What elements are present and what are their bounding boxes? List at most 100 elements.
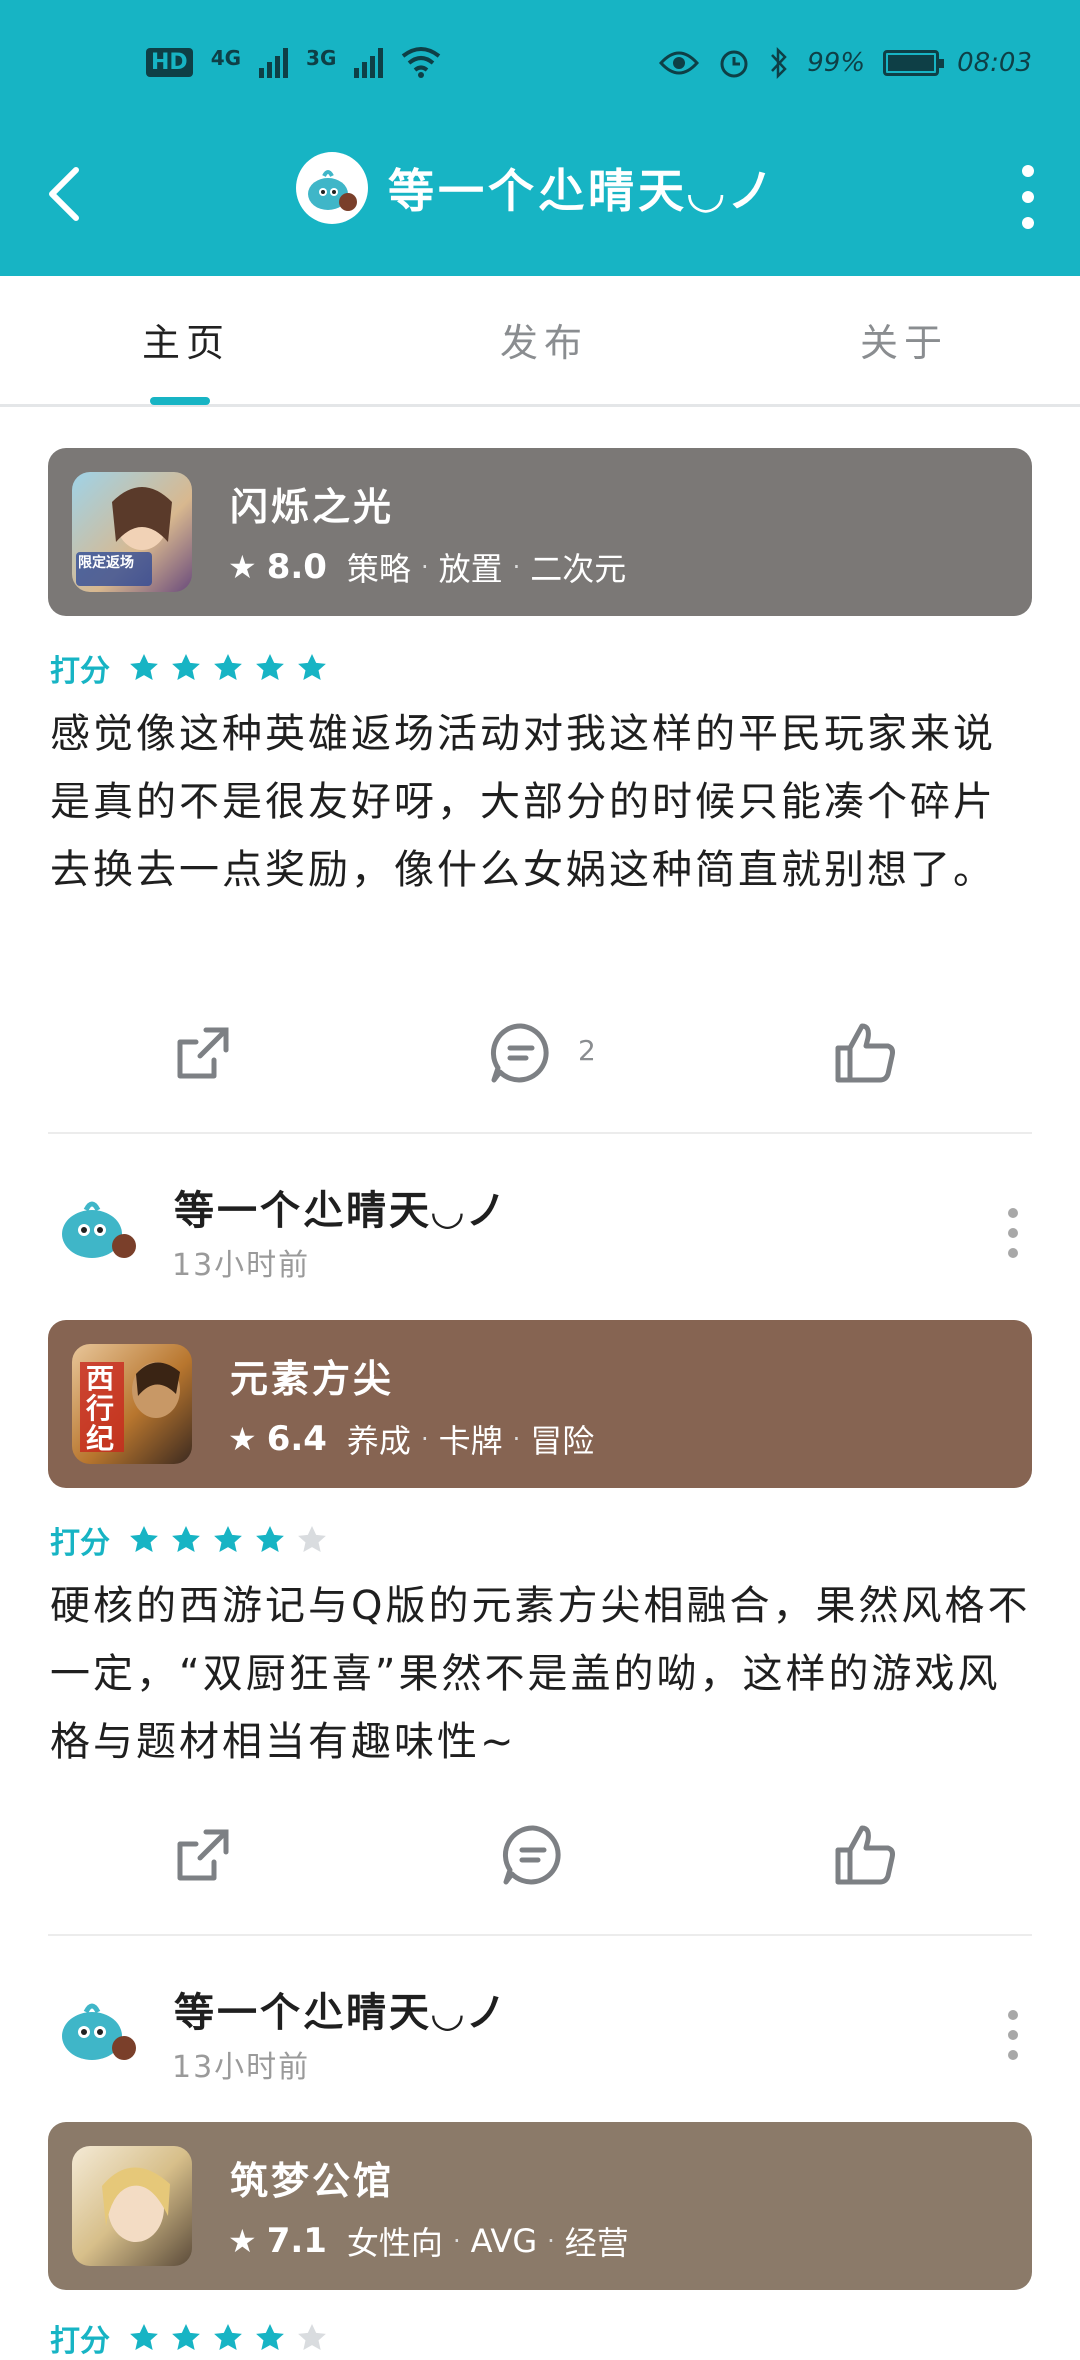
clock: 08:03 (957, 48, 1032, 78)
post-time: 13小时前 (172, 2050, 311, 2085)
star-filled-icon (130, 1526, 158, 1552)
more-vert-icon[interactable] (1008, 2010, 1020, 2070)
game-tag: 经营 (564, 2224, 629, 2262)
game-meta: ★ 7.1 女性向 · AVG · 经营 (228, 2218, 629, 2264)
game-icon: 西行纪 (72, 1344, 192, 1464)
game-score: 6.4 (266, 1419, 327, 1459)
rating-label: 打分 (50, 2324, 110, 2359)
signal-icon (259, 46, 289, 78)
game-card[interactable]: 西行纪 元素方尖 ★ 6.4 养成 · 卡牌 · 冒险 (48, 1320, 1032, 1488)
tag-separator: · (512, 1425, 521, 1453)
rating-row: 打分 (50, 646, 328, 690)
game-card[interactable]: 限定返场 闪烁之光 ★ 8.0 策略 · 放置 · 二次元 (48, 448, 1032, 616)
star-icon: ★ (228, 2222, 257, 2260)
battery-percent: 99% (807, 48, 866, 78)
game-name: 筑梦公馆 (230, 2159, 395, 2203)
more-vert-icon[interactable] (1020, 165, 1036, 229)
divider (48, 1934, 1032, 1936)
game-icon (72, 2146, 192, 2266)
more-vert-icon[interactable] (1008, 1208, 1020, 1268)
game-tag: 策略 (346, 550, 411, 588)
tab-publish[interactable]: 发布 (500, 312, 588, 367)
avatar (62, 2003, 136, 2060)
hd-indicator: HD (146, 47, 193, 77)
alarm-icon (720, 50, 748, 78)
comment-count: 2 (578, 1034, 596, 1067)
author-name: 等一个尐晴天◡ノ (174, 1990, 509, 2036)
game-icon-text: 西行纪 (86, 1362, 115, 1455)
wifi-icon (402, 47, 441, 78)
star-filled-icon (298, 654, 326, 680)
comment-icon[interactable] (500, 1822, 566, 1888)
rating-label: 打分 (50, 1526, 110, 1561)
star-filled-icon (172, 654, 200, 680)
share-icon[interactable] (170, 1020, 236, 1086)
tag-separator: · (547, 2227, 555, 2255)
game-tag: 女性向 (346, 2224, 443, 2262)
review-text: 硬核的西游记与Q版的元素方尖相融合，果然风格不一定，“双厨狂喜”果然不是盖的呦，… (50, 1583, 1031, 1765)
avatar (296, 152, 368, 224)
thumbs-up-icon[interactable] (832, 1020, 898, 1086)
game-tag: 卡牌 (438, 1422, 503, 1460)
star-filled-icon (256, 654, 284, 680)
author-name: 等一个尐晴天◡ノ (174, 1188, 509, 1234)
game-score: 8.0 (266, 547, 327, 587)
author-row[interactable]: 等一个尐晴天◡ノ 13小时前 (48, 1970, 1032, 2090)
profile-title: 等一个尐晴天◡ノ (296, 152, 777, 224)
game-meta: ★ 6.4 养成 · 卡牌 · 冒险 (228, 1416, 594, 1462)
back-arrow-icon[interactable] (44, 164, 84, 224)
author-row[interactable]: 等一个尐晴天◡ノ 13小时前 (48, 1168, 1032, 1288)
review-text: 感觉像这种英雄返场活动对我这样的平民玩家来说是真的不是很友好呀，大部分的时候只能… (50, 711, 996, 893)
share-icon[interactable] (170, 1822, 236, 1888)
tag-separator: · (512, 553, 521, 581)
star-icon: ★ (228, 548, 257, 586)
game-tag: AVG (470, 2222, 538, 2260)
tab-about[interactable]: 关于 (860, 312, 948, 367)
game-name: 闪烁之光 (230, 485, 395, 529)
game-tag: 养成 (346, 1422, 411, 1460)
game-card[interactable]: 筑梦公馆 ★ 7.1 女性向 · AVG · 经营 (48, 2122, 1032, 2290)
signal-icon-2 (354, 46, 384, 78)
app-header: HD 4G 3G 99% 08:03 等一个尐晴天◡ノ (0, 0, 1080, 276)
game-meta: ★ 8.0 策略 · 放置 · 二次元 (228, 544, 626, 590)
game-name: 元素方尖 (230, 1357, 395, 1401)
bluetooth-icon (771, 46, 788, 80)
star-filled-icon (214, 2324, 242, 2350)
game-tag: 二次元 (530, 550, 627, 588)
action-bar: 2 (0, 1020, 1080, 1100)
divider (48, 1132, 1032, 1134)
status-bar: HD 4G 3G 99% 08:03 (0, 40, 1080, 92)
star-empty-icon (298, 1526, 326, 1552)
tab-home[interactable]: 主页 (142, 312, 230, 367)
game-score: 7.1 (266, 2221, 327, 2261)
rating-row: 打分 (50, 2316, 328, 2360)
rating-label: 打分 (50, 654, 110, 689)
page-title: 等一个尐晴天◡ノ (388, 164, 778, 218)
game-icon: 限定返场 (72, 472, 192, 592)
game-tag: 冒险 (530, 1422, 595, 1460)
net-4g-label: 4G (210, 46, 242, 70)
tab-bar: 主页 发布 关于 (0, 276, 1080, 407)
star-filled-icon (172, 1526, 200, 1552)
tag-separator: · (420, 1425, 429, 1453)
net-3g-label: 3G (306, 46, 337, 70)
star-filled-icon (172, 2324, 200, 2350)
star-empty-icon (298, 2324, 326, 2350)
blue-slime-avatar-icon (308, 170, 357, 211)
star-filled-icon (256, 2324, 284, 2350)
star-icon: ★ (228, 1420, 257, 1458)
tag-separator: · (452, 2227, 461, 2255)
rating-row: 打分 (50, 1518, 328, 1562)
tab-indicator (150, 397, 210, 405)
star-filled-icon (256, 1526, 284, 1552)
tag-separator: · (420, 553, 429, 581)
game-tag: 放置 (438, 550, 503, 588)
star-filled-icon (214, 654, 242, 680)
game-icon-text: 限定返场 (78, 555, 134, 571)
action-bar (0, 1822, 1080, 1902)
battery-icon (883, 50, 945, 76)
star-filled-icon (130, 2324, 158, 2350)
thumbs-up-icon[interactable] (832, 1822, 898, 1888)
star-filled-icon (214, 1526, 242, 1552)
comment-icon[interactable] (488, 1020, 554, 1086)
